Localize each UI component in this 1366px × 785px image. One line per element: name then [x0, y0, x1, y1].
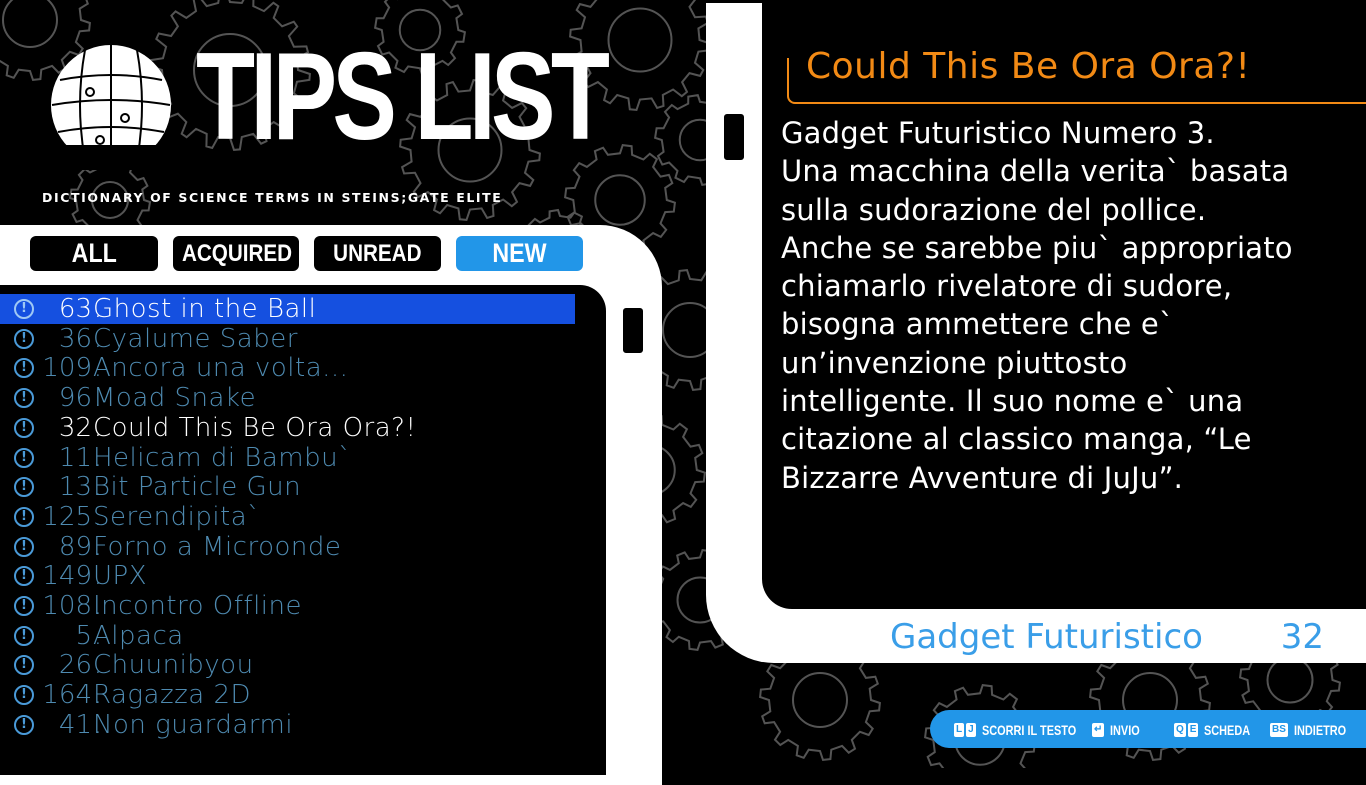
key-e-icon: E — [1187, 723, 1199, 738]
detail-number: 32 — [1280, 617, 1324, 657]
scroll-text-label: SCORRI IL TESTO — [981, 722, 1076, 739]
tip-number: 63 — [30, 294, 102, 324]
tip-name: Ragazza 2D — [93, 680, 252, 711]
tip-number: 13 — [30, 472, 102, 502]
tip-name: Chuunibyou — [93, 650, 254, 681]
tip-name: Non guardarmi — [93, 709, 294, 740]
tip-number: 41 — [30, 710, 102, 740]
tab-all[interactable]: ALL — [30, 236, 158, 271]
key-l-icon: L — [954, 723, 965, 738]
tip-number: 11 — [30, 443, 102, 473]
detail-category: Gadget Futuristico — [890, 617, 1203, 657]
tip-row[interactable]: !13Bit Particle Gun — [0, 472, 590, 502]
tab-switch-hint[interactable]: QE SCHEDA — [1174, 710, 1263, 748]
tip-number: 5 — [30, 621, 102, 651]
tip-row[interactable]: !125Serendipita` — [0, 502, 590, 532]
tip-row[interactable]: !63Ghost in the Ball — [0, 294, 575, 324]
tip-row[interactable]: !89Forno a Microonde — [0, 532, 590, 562]
tab-acquired[interactable]: ACQUIRED — [173, 236, 299, 271]
back-hint[interactable]: BS INDIETRO — [1270, 710, 1361, 748]
detail-body-text: Gadget Futuristico Numero 3. Una macchin… — [781, 116, 1293, 495]
tip-number: 164 — [30, 680, 102, 710]
key-help-bar: LJ SCORRI IL TESTO ↵ INVIO QE SCHEDA BS … — [930, 710, 1366, 748]
tip-row[interactable]: !36Cyalume Saber — [0, 324, 590, 354]
tip-name: UPX — [93, 561, 148, 592]
tip-name: Moad Snake — [93, 383, 257, 414]
tip-number: 36 — [30, 324, 102, 354]
tip-number: 108 — [30, 591, 102, 621]
tip-row[interactable]: !11Helicam di Bambu` — [0, 443, 590, 473]
tip-row[interactable]: !32Could This Be Ora Ora?! — [0, 413, 590, 443]
tip-row[interactable]: !5Alpaca — [0, 621, 590, 651]
tip-row[interactable]: !109Ancora una volta... — [0, 353, 590, 383]
tip-row[interactable]: !108Incontro Offline — [0, 591, 590, 621]
backspace-key-icon: BS — [1270, 723, 1288, 738]
tip-name: Alpaca — [93, 620, 184, 651]
scroll-text-hint[interactable]: LJ SCORRI IL TESTO — [954, 710, 1102, 748]
tab-switch-label: SCHEDA — [1204, 722, 1251, 739]
tip-row[interactable]: !149UPX — [0, 561, 590, 591]
detail-title: Could This Be Ora Ora?! — [806, 46, 1251, 87]
key-q-icon: Q — [1174, 723, 1186, 738]
tip-number: 109 — [30, 353, 102, 383]
list-scrollbar-handle[interactable] — [618, 303, 648, 358]
tip-number: 125 — [30, 502, 102, 532]
tip-number: 96 — [30, 383, 102, 413]
confirm-label: INVIO — [1110, 722, 1141, 739]
page-title: TIPS LIST — [196, 28, 610, 166]
tip-name: Ghost in the Ball — [93, 294, 317, 324]
tip-name: Helicam di Bambu` — [93, 442, 352, 473]
enter-key-icon: ↵ — [1092, 723, 1105, 738]
tip-number: 149 — [30, 561, 102, 591]
page-subtitle: DICTIONARY OF SCIENCE TERMS IN STEINS;GA… — [42, 190, 503, 205]
tab-new[interactable]: NEW — [456, 236, 583, 271]
tab-unread[interactable]: UNREAD — [314, 236, 441, 271]
tip-number: 32 — [30, 413, 102, 443]
puzzle-globe-logo — [40, 45, 182, 170]
tip-number: 89 — [30, 532, 102, 562]
tip-row[interactable]: !164Ragazza 2D — [0, 680, 590, 710]
tip-name: Cyalume Saber — [93, 323, 298, 354]
tip-name: Serendipita` — [93, 501, 261, 532]
tip-number: 26 — [30, 650, 102, 680]
tip-name: Bit Particle Gun — [93, 472, 302, 503]
tip-name: Incontro Offline — [93, 591, 303, 621]
confirm-hint[interactable]: ↵ INVIO — [1092, 710, 1148, 748]
tip-row[interactable]: !96Moad Snake — [0, 383, 590, 413]
tip-name: Ancora una volta... — [93, 353, 349, 384]
tip-row[interactable]: !41Non guardarmi — [0, 710, 590, 740]
detail-scrollbar-handle[interactable] — [719, 109, 749, 165]
tip-row[interactable]: !26Chuunibyou — [0, 650, 590, 680]
back-label: INDIETRO — [1293, 722, 1346, 739]
tip-name: Forno a Microonde — [93, 531, 342, 562]
key-j-icon: J — [966, 723, 976, 738]
tip-name: Could This Be Ora Ora?! — [93, 412, 417, 443]
